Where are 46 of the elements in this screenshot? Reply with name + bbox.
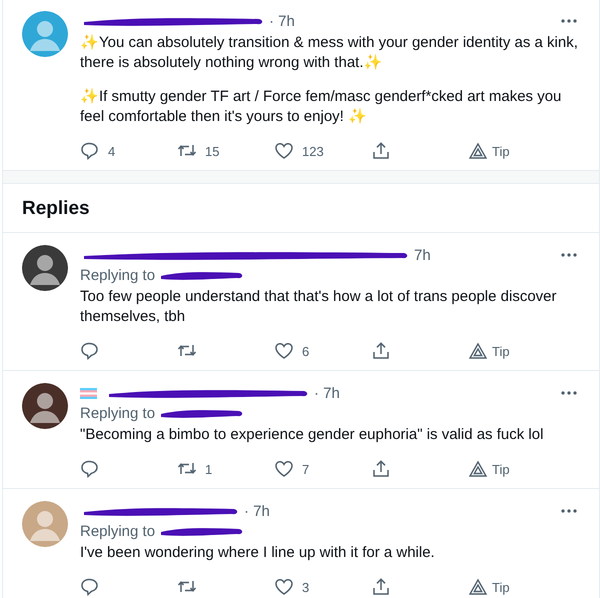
more-icon xyxy=(561,253,577,257)
replying-to-label: Replying to xyxy=(80,404,156,422)
post-text: ✨You can absolutely transition & mess with your gender identity as a kink, there is absolutely nothing wrong with that.✨ xyxy=(80,33,579,73)
replying-to-label: Replying to xyxy=(80,266,156,284)
action-count: 123 xyxy=(302,144,324,158)
heart-icon[interactable] xyxy=(274,459,294,479)
post-text: "Becoming a bimbo to experience gender euphoria" is valid as fuck lol xyxy=(80,425,544,445)
post-time[interactable]: · 7h xyxy=(314,384,340,402)
post-text: Too few people understand that that's how a lot of trans people discover themselves, tbh xyxy=(80,287,558,327)
action-count: 4 xyxy=(108,144,116,158)
section-heading: Replies xyxy=(3,184,599,233)
reply-icon[interactable] xyxy=(80,459,100,479)
more-icon xyxy=(561,391,577,395)
action-count: 6 xyxy=(302,344,310,358)
more-icon xyxy=(561,19,577,23)
share-icon[interactable] xyxy=(371,141,391,161)
reply-icon[interactable] xyxy=(80,341,100,361)
tip-button[interactable]: Tip xyxy=(492,580,510,594)
post-time[interactable]: 7h xyxy=(414,246,431,264)
tip-icon[interactable] xyxy=(468,577,488,597)
heart-icon[interactable] xyxy=(274,141,294,161)
heart-icon[interactable] xyxy=(274,341,294,361)
tip-icon[interactable] xyxy=(468,341,488,361)
tip-button[interactable]: Tip xyxy=(492,144,510,158)
tip-icon[interactable] xyxy=(468,459,488,479)
post-time[interactable]: · 7h xyxy=(269,12,295,30)
avatar[interactable] xyxy=(22,245,68,291)
share-icon[interactable] xyxy=(371,341,391,361)
post-text: ✨If smutty gender TF art / Force fem/masc genderf*cked art makes you feel comfortable then it's yours to enjoy! ✨ xyxy=(80,87,562,127)
tip-icon[interactable] xyxy=(468,141,488,161)
action-count: 15 xyxy=(205,144,220,158)
share-icon[interactable] xyxy=(371,459,391,479)
action-count: 7 xyxy=(302,462,310,476)
action-count: 3 xyxy=(302,580,310,594)
replying-to-label: Replying to xyxy=(80,522,156,540)
tip-button[interactable]: Tip xyxy=(492,462,510,476)
post-time[interactable]: · 7h xyxy=(244,502,270,520)
tip-button[interactable]: Tip xyxy=(492,344,510,358)
action-count: 1 xyxy=(205,462,212,476)
post-text: I've been wondering where I line up with it for a while. xyxy=(80,543,436,563)
reply-icon[interactable] xyxy=(80,141,100,161)
heart-icon[interactable] xyxy=(274,577,294,597)
share-icon[interactable] xyxy=(371,577,391,597)
avatar[interactable] xyxy=(22,383,68,429)
reply-icon[interactable] xyxy=(80,577,100,597)
more-icon xyxy=(561,509,577,513)
